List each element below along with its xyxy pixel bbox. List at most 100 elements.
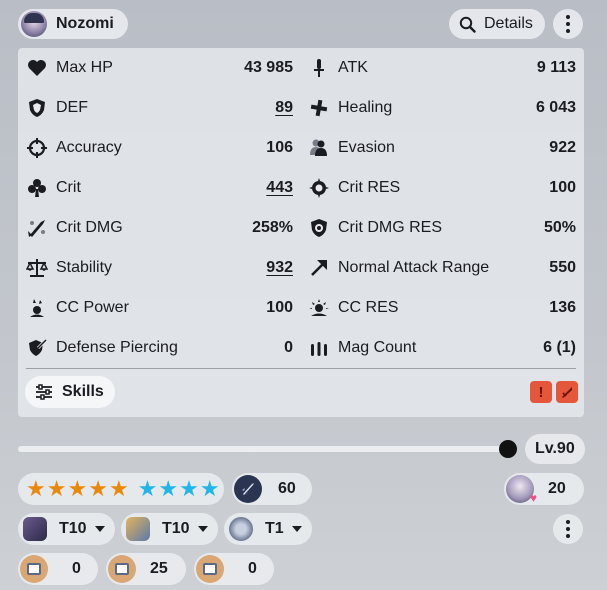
shoe-equipment-icon (229, 517, 253, 541)
level-slider-thumb[interactable] (499, 440, 517, 458)
tier-select-shoe[interactable]: T1 (224, 513, 312, 545)
character-avatar (21, 11, 47, 37)
star-orange-icon[interactable]: ★ (88, 478, 108, 500)
stat-row: CC RES 136 (308, 288, 576, 328)
stat-value: 100 (266, 299, 293, 316)
star-blue-icon[interactable]: ★ (200, 478, 220, 500)
tier-select-glove[interactable]: T10 (121, 513, 218, 545)
star-blue-icon[interactable]: ★ (138, 478, 158, 500)
star-orange-icon[interactable]: ★ (67, 478, 87, 500)
tier-label: T10 (59, 520, 87, 537)
tier-select-hat[interactable]: T10 (18, 513, 115, 545)
stat-value: 550 (549, 259, 576, 276)
mag-icon (308, 337, 330, 359)
stats-panel: Max HP 43 985 ATK 9 113 DEF 89 Healing 6 043 Acc… (18, 48, 584, 417)
stat-label: Accuracy (56, 139, 122, 156)
item-count: 0 (72, 560, 81, 577)
star-orange-icon[interactable]: ★ (47, 478, 67, 500)
details-label: Details (484, 15, 533, 32)
stat-label: ATK (338, 59, 368, 76)
character-selector[interactable]: Nozomi (18, 9, 128, 39)
stat-label: Normal Attack Range (338, 259, 490, 276)
sword-warning-icon[interactable] (556, 381, 578, 403)
star-orange-icon[interactable]: ★ (26, 478, 46, 500)
more-options-button[interactable] (553, 9, 583, 39)
stat-row: Mag Count 6 (1) (308, 328, 576, 368)
crit-dmg-icon (26, 217, 48, 239)
stat-label: Crit (56, 179, 81, 196)
level-display[interactable]: Lv.90 (525, 434, 585, 464)
stat-value: 6 043 (535, 99, 576, 116)
details-button[interactable]: Details (449, 9, 545, 39)
search-icon (459, 16, 476, 33)
stat-row: Defense Piercing 0 (26, 328, 293, 368)
stat-row: Crit DMG 258% (26, 208, 293, 248)
stat-row: CC Power 100 (26, 288, 293, 328)
bond-avatar-icon: ♥ (506, 475, 537, 505)
heart-icon: ♥ (529, 491, 537, 505)
stat-row[interactable]: DEF 89 (26, 88, 293, 128)
stat-label: DEF (56, 99, 88, 116)
cc-power-icon (26, 297, 48, 319)
stat-label: Stability (56, 259, 113, 276)
star-rating[interactable]: ★ ★ ★ ★ ★ ★ ★ ★ ★ (18, 473, 224, 505)
stat-value[interactable]: 443 (266, 179, 293, 197)
stat-label: Mag Count (338, 339, 417, 356)
stat-label: CC Power (56, 299, 129, 316)
tier-label: T1 (265, 520, 284, 537)
stat-row: Crit RES 100 (308, 168, 576, 208)
stat-label: Crit DMG RES (338, 219, 442, 236)
level-slider-track[interactable] (18, 446, 510, 452)
stat-label: Crit DMG (56, 219, 123, 236)
gear-count: 60 (278, 480, 296, 497)
stat-value[interactable]: 89 (275, 99, 293, 117)
book-item-icon (20, 555, 48, 583)
club-icon (26, 177, 48, 199)
level-label: Lv.90 (535, 440, 575, 457)
stat-label: Crit RES (338, 179, 401, 196)
stat-label: Healing (338, 99, 393, 116)
star-blue-icon[interactable]: ★ (179, 478, 199, 500)
warning-icon[interactable]: ! (530, 381, 552, 403)
stat-row: Max HP 43 985 (26, 48, 293, 88)
hat-equipment-icon (23, 517, 47, 541)
chevron-down-icon (94, 526, 105, 532)
item-counter[interactable]: 25 (106, 553, 186, 585)
stat-row: Accuracy 106 (26, 128, 293, 168)
cross-icon (308, 97, 330, 119)
skills-label: Skills (62, 383, 104, 400)
divider (26, 368, 576, 369)
stat-value[interactable]: 932 (266, 259, 293, 277)
stat-value: 43 985 (244, 59, 293, 76)
crit-dmg-res-icon (308, 217, 330, 239)
sliders-icon (36, 384, 52, 400)
stat-row: Normal Attack Range 550 (308, 248, 576, 288)
character-name: Nozomi (56, 15, 114, 32)
stat-row: Crit DMG RES 50% (308, 208, 576, 248)
cc-res-icon (308, 297, 330, 319)
tier-label: T10 (162, 520, 190, 537)
book-item-icon (108, 555, 136, 583)
kebab-icon (566, 520, 570, 538)
bond-counter[interactable]: ♥ 20 (504, 473, 584, 505)
more-options-button[interactable] (553, 514, 583, 544)
stat-value: 6 (1) (543, 339, 576, 356)
stat-row: ATK 9 113 (308, 48, 576, 88)
star-orange-icon[interactable]: ★ (109, 478, 129, 500)
skills-button[interactable]: Skills (25, 376, 115, 408)
chevron-down-icon (197, 526, 208, 532)
glove-equipment-icon (126, 517, 150, 541)
stat-row[interactable]: Stability 932 (26, 248, 293, 288)
stat-label: Evasion (338, 139, 395, 156)
atk-icon (308, 57, 330, 79)
bond-level: 20 (548, 480, 566, 497)
item-counter[interactable]: 0 (194, 553, 274, 585)
stat-row[interactable]: Crit 443 (26, 168, 293, 208)
star-blue-icon[interactable]: ★ (158, 478, 178, 500)
scale-icon (26, 257, 48, 279)
stat-row: Evasion 922 (308, 128, 576, 168)
rocket-icon (234, 475, 262, 503)
gear-counter[interactable]: 60 (232, 473, 312, 505)
stat-value: 50% (543, 219, 576, 236)
item-counter[interactable]: 0 (18, 553, 98, 585)
